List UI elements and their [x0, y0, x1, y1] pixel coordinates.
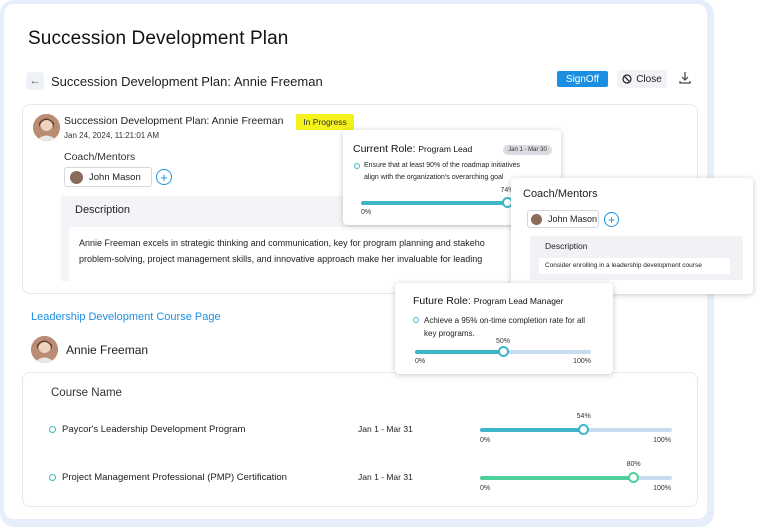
- goal-text: Ensure that at least 90% of the roadmap …: [364, 162, 521, 181]
- avatar: [531, 213, 542, 225]
- course-name: Project Management Professional (PMP) Ce…: [62, 472, 287, 483]
- avatar: [33, 114, 60, 141]
- page-title: Succession Development Plan: [28, 28, 289, 49]
- leadership-course-link[interactable]: Leadership Development Course Page: [31, 311, 221, 323]
- person-name: Annie Freeman: [66, 343, 149, 357]
- goal-bullet-icon: [354, 163, 360, 169]
- date-range-badge: Jan 1 - Mar 30: [503, 145, 552, 155]
- slider-fill: [415, 350, 503, 354]
- add-coach-button[interactable]: +: [156, 169, 172, 185]
- goal-text: Achieve a 95% on-time completion rate fo…: [424, 316, 585, 338]
- progress-value-label: 80%: [626, 461, 641, 468]
- current-role-name: Program Lead: [418, 144, 473, 154]
- course-bullet-icon: [49, 474, 56, 481]
- course-progress-slider[interactable]: 54% 0% 100%: [480, 413, 672, 449]
- slider-min-label: 0%: [361, 209, 372, 216]
- slider-max-label: 100%: [653, 437, 671, 444]
- download-icon[interactable]: [677, 70, 693, 86]
- close-button[interactable]: Close: [617, 70, 667, 88]
- slider-min-label: 0%: [415, 358, 426, 365]
- coach-chip[interactable]: John Mason: [64, 167, 152, 187]
- current-role-title: Current Role: Program Lead: [353, 143, 473, 155]
- coach-name: John Mason: [548, 214, 598, 224]
- future-role-title: Future Role: Program Lead Manager: [413, 295, 564, 307]
- description-title: Description: [75, 204, 131, 216]
- back-button[interactable]: ←: [26, 72, 44, 90]
- slider-min-label: 0%: [480, 485, 491, 492]
- coach-description-section: Description Consider enrolling in a lead…: [530, 236, 743, 280]
- slider-knob[interactable]: [497, 346, 509, 357]
- plan-subtitle: Succession Development Plan: Annie Freem…: [51, 74, 323, 89]
- add-coach-button[interactable]: +: [604, 212, 619, 227]
- course-row: Project Management Professional (PMP) Ce…: [23, 461, 699, 497]
- progress-value-label: 54%: [576, 413, 591, 420]
- signoff-button[interactable]: SignOff: [557, 71, 608, 87]
- plan-name: Succession Development Plan: Annie Freem…: [64, 115, 284, 127]
- description-text: Consider enrolling in a leadership devel…: [545, 262, 702, 269]
- coach-chip[interactable]: John Mason: [527, 210, 599, 228]
- description-body: Consider enrolling in a leadership devel…: [539, 258, 730, 274]
- status-badge: In Progress: [296, 114, 354, 130]
- course-date: Jan 1 - Mar 31: [358, 424, 413, 434]
- close-button-label: Close: [636, 73, 662, 85]
- slider-fill: [361, 201, 508, 205]
- ban-icon: [622, 74, 632, 84]
- description-title: Description: [545, 241, 588, 251]
- progress-value-label: 50%: [495, 338, 511, 345]
- avatar: [70, 170, 83, 184]
- course-card: Course Name Paycor's Leadership Developm…: [22, 372, 698, 507]
- coach-name: John Mason: [89, 171, 141, 183]
- plus-icon: +: [160, 169, 168, 185]
- slider-max-label: 100%: [653, 485, 671, 492]
- course-column-header: Course Name: [51, 387, 122, 399]
- slider-min-label: 0%: [480, 437, 491, 444]
- future-role-name: Program Lead Manager: [473, 296, 564, 306]
- future-role-popup: Future Role: Program Lead Manager Achiev…: [395, 283, 613, 374]
- coach-popup: Coach/Mentors John Mason + Description C…: [511, 178, 753, 294]
- slider-knob[interactable]: [578, 424, 590, 435]
- coach-popup-title: Coach/Mentors: [523, 188, 598, 200]
- course-progress-slider[interactable]: 80% 0% 100%: [480, 461, 672, 497]
- slider-fill: [480, 428, 584, 432]
- slider-max-label: 100%: [573, 358, 591, 365]
- goal-bullet-icon: [413, 317, 419, 323]
- course-row: Paycor's Leadership Development Program …: [23, 413, 699, 449]
- slider-fill: [480, 476, 634, 480]
- course-date: Jan 1 - Mar 31: [358, 472, 413, 482]
- slider-knob[interactable]: [628, 472, 640, 483]
- arrow-left-icon: ←: [29, 75, 41, 87]
- course-bullet-icon: [49, 426, 56, 433]
- course-name: Paycor's Leadership Development Program: [62, 424, 246, 435]
- future-role-progress-slider[interactable]: 50% 0% 100%: [415, 338, 591, 368]
- coach-label: Coach/Mentors: [64, 151, 136, 163]
- avatar: [31, 336, 58, 363]
- plus-icon: +: [607, 212, 615, 227]
- plan-date: Jan 24, 2024, 11:21:01 AM: [64, 131, 160, 140]
